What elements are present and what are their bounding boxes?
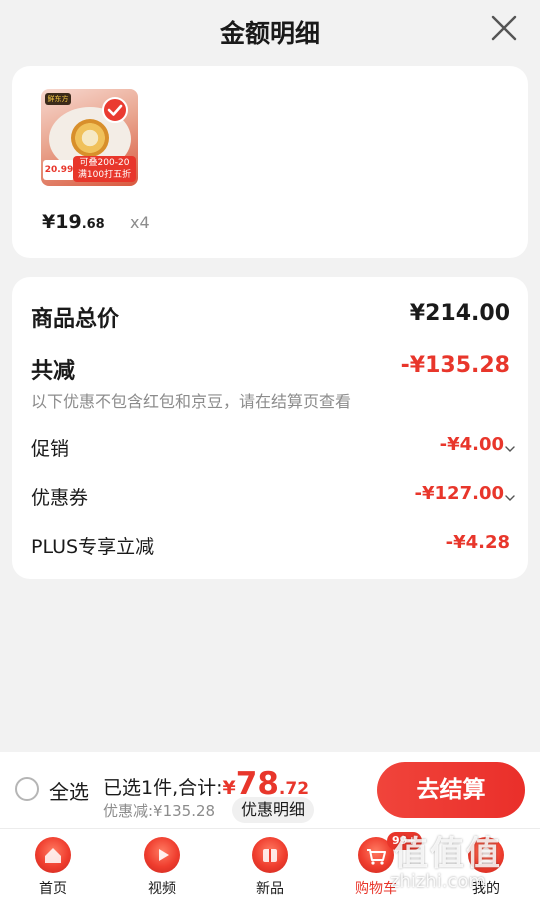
close-button[interactable]	[490, 14, 518, 42]
cart-badge: 99+	[387, 832, 422, 850]
coupon-value: -¥127.00	[415, 483, 504, 504]
selected-check-icon	[102, 97, 128, 123]
chevron-down-icon[interactable]	[504, 489, 516, 501]
header: 金额明细	[0, 0, 540, 60]
checkout-button[interactable]: 去结算	[377, 762, 525, 818]
nav-label-video: 视频	[148, 881, 176, 897]
unit-price-symbol: ¥	[42, 211, 56, 233]
unit-price-dec: .68	[81, 217, 105, 232]
page-title: 金额明细	[219, 19, 320, 48]
thumbnail-brand-logo: 鲜东方	[45, 93, 71, 105]
nav-item-video[interactable]: 视频	[117, 829, 207, 902]
promotion-row[interactable]: 促销 -¥4.00	[31, 434, 515, 460]
thumbnail-promo-banner: 可叠200-20 满100打五折	[73, 156, 136, 182]
promotion-amount: -¥4.00	[439, 434, 504, 455]
thumbnail-promo-line1: 可叠200-20	[79, 158, 130, 168]
thumbnail-cake-roll	[71, 119, 109, 157]
unit-price: ¥19.68	[42, 211, 105, 233]
amount-detail-page: 金额明细 鲜东方 20.99 可叠200-20 满100打五折 ¥19.68 x…	[0, 0, 540, 902]
nav-label-cart: 购物车	[355, 881, 397, 897]
quantity: x4	[130, 213, 150, 232]
selected-count-text: 已选1件,合计:	[103, 777, 223, 799]
thumbnail-promo-line2: 满100打五折	[77, 170, 132, 180]
total-price-value: ¥214.00	[409, 301, 510, 326]
discount-amount-text: 优惠减:¥135.28	[103, 802, 216, 820]
total-reduce-row: 共减 -¥135.28	[31, 353, 510, 384]
total-reduce-label: 共减	[31, 359, 76, 384]
video-icon	[144, 837, 180, 873]
total-amount-dec: .72	[278, 779, 310, 799]
checkout-bar: 全选 已选1件,合计:¥78.72 优惠减:¥135.28 优惠明细 去结算	[0, 752, 540, 828]
chevron-down-icon[interactable]	[504, 440, 516, 452]
thumbnail-price-tag: 20.99	[43, 160, 75, 180]
price-summary-card: 商品总价 ¥214.00 共减 -¥135.28 以下优惠不包含红包和京豆，请在…	[12, 277, 528, 579]
product-thumbnail[interactable]: 鲜东方 20.99 可叠200-20 满100打五折	[41, 89, 138, 186]
discount-detail-button[interactable]: 优惠明细	[232, 797, 315, 823]
profile-icon	[468, 837, 504, 873]
promotion-value: -¥4.00	[440, 434, 504, 455]
plus-discount-value: -¥4.28	[445, 532, 510, 553]
nav-item-cart[interactable]: 99+ 购物车	[331, 829, 422, 902]
total-currency: ¥	[222, 777, 236, 799]
nav-label-mine: 我的	[472, 881, 500, 897]
total-price-label: 商品总价	[31, 307, 120, 332]
nav-item-mine[interactable]: 我的	[441, 829, 531, 902]
home-icon	[35, 837, 71, 873]
plus-discount-label: PLUS专享立减	[31, 536, 155, 558]
coupon-row[interactable]: 优惠券 -¥127.00	[31, 483, 515, 509]
coupon-amount: -¥127.00	[414, 483, 504, 504]
nav-item-new[interactable]: 新品	[225, 829, 315, 902]
unit-price-int: 19	[55, 211, 82, 233]
nav-label-home: 首页	[39, 881, 67, 897]
plus-discount-row: PLUS专享立减 -¥4.28	[31, 532, 510, 558]
coupon-label: 优惠券	[31, 487, 89, 509]
nav-item-home[interactable]: 首页	[8, 829, 98, 902]
total-reduce-value: -¥135.28	[400, 353, 510, 378]
select-all-label[interactable]: 全选	[49, 776, 89, 805]
product-card: 鲜东方 20.99 可叠200-20 满100打五折 ¥19.68 x4	[12, 66, 528, 258]
discount-hint: 以下优惠不包含红包和京豆，请在结算页查看	[31, 392, 352, 411]
total-price-row: 商品总价 ¥214.00	[31, 301, 510, 332]
select-all-radio[interactable]	[15, 777, 39, 801]
close-icon[interactable]	[490, 14, 518, 42]
new-products-icon	[252, 837, 288, 873]
nav-label-new: 新品	[256, 881, 284, 897]
bottom-nav: 首页 视频 新品 99+ 购物车 我的	[0, 828, 540, 902]
promotion-label: 促销	[31, 438, 70, 460]
